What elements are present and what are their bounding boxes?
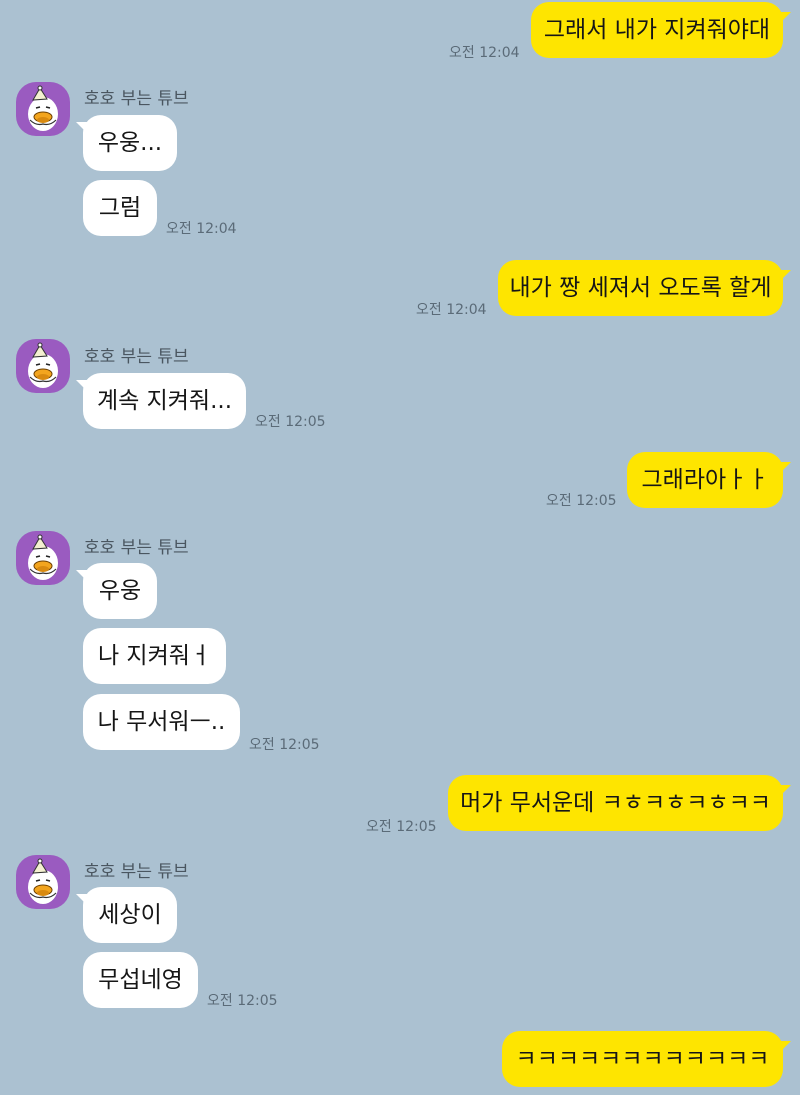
tube-duck-character-icon (28, 858, 58, 904)
received-message-bubble[interactable]: 계속 지켜줘... (83, 373, 246, 429)
received-message-bubble[interactable]: 우웅 (83, 563, 157, 619)
sender-name: 호호 부는 튜브 (84, 347, 189, 367)
received-message-bubble[interactable]: 세상이 (83, 887, 177, 943)
sender-name: 호호 부는 튜브 (84, 538, 189, 558)
message-time: 오전 12:04 (416, 302, 487, 318)
received-message-bubble[interactable]: 나 무서워ㅡ.. (83, 694, 240, 750)
message-time: 오전 12:05 (546, 493, 617, 509)
received-message-bubble[interactable]: 그럼 (83, 180, 157, 236)
sender-name: 호호 부는 튜브 (84, 89, 189, 109)
message-time: 오전 12:05 (366, 819, 437, 835)
sent-message-bubble[interactable]: 내가 짱 세져서 오도록 할게 (498, 260, 783, 316)
sent-message-bubble[interactable]: 머가 무서운데 ㅋㅎㅋㅎㅋㅎㅋㅋ (448, 775, 783, 831)
avatar[interactable] (16, 531, 70, 585)
received-message-bubble[interactable]: 우웅... (83, 115, 177, 171)
message-time: 오전 12:05 (249, 737, 320, 753)
tube-duck-character-icon (28, 85, 58, 131)
chat-room: 오전 12:04 그래서 내가 지켜줘야대 호호 부는 튜브 우웅... 그럼 … (0, 0, 800, 1095)
message-time: 오전 12:05 (207, 993, 278, 1009)
message-time: 오전 12:04 (166, 221, 237, 237)
avatar[interactable] (16, 855, 70, 909)
tube-duck-character-icon (28, 534, 58, 580)
received-message-bubble[interactable]: 나 지켜줘ㅓ (83, 628, 226, 684)
bubble-tail (775, 785, 791, 801)
sent-message-bubble[interactable]: 그래서 내가 지켜줘야대 (531, 2, 783, 58)
avatar[interactable] (16, 82, 70, 136)
avatar[interactable] (16, 339, 70, 393)
sent-message-bubble[interactable]: 그래라아ㅏㅏ (627, 452, 783, 508)
sent-message-bubble[interactable]: ㅋㅋㅋㅋㅋㅋㅋㅋㅋㅋㅋㅋ (502, 1031, 783, 1087)
sender-name: 호호 부는 튜브 (84, 862, 189, 882)
message-time: 오전 12:04 (449, 45, 520, 61)
message-time: 오전 12:05 (255, 414, 326, 430)
tube-duck-character-icon (28, 342, 58, 388)
received-message-bubble[interactable]: 무섭네영 (83, 952, 198, 1008)
bubble-tail (775, 1041, 791, 1057)
